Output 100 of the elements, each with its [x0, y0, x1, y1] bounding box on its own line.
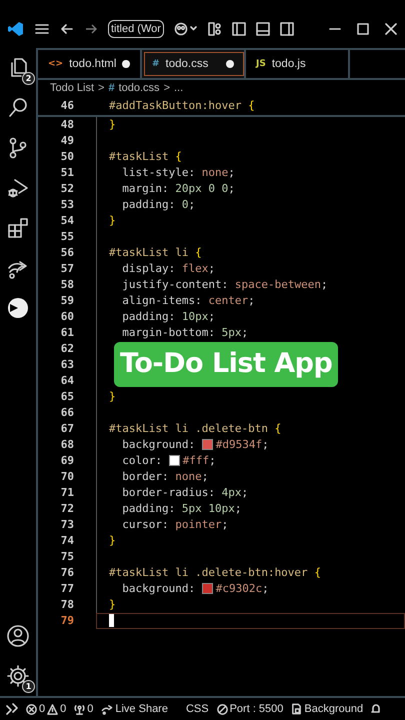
- forward-arrow-icon[interactable]: [84, 22, 98, 36]
- line-number: 60: [60, 308, 74, 325]
- line-number: 53: [60, 196, 74, 213]
- line-number: 51: [60, 164, 74, 181]
- code-line: }: [109, 532, 116, 549]
- menu-icon[interactable]: [34, 22, 50, 36]
- command-search-field[interactable]: titled (Wor: [108, 20, 164, 38]
- line-number: 68: [60, 436, 74, 453]
- code-line: padding: 0;: [121, 196, 196, 213]
- code-line: padding: 10px;: [121, 308, 215, 325]
- code-line: margin: 20px 0 0;: [121, 180, 235, 197]
- code-line: align-items: center;: [121, 292, 255, 309]
- blocked-icon: [216, 704, 228, 715]
- line-number: 79: [60, 612, 74, 629]
- code-line: border: none;: [121, 468, 208, 485]
- line-number: 72: [60, 500, 74, 517]
- breadcrumb-item[interactable]: #: [108, 82, 115, 94]
- line-number: 52: [60, 180, 74, 197]
- code-line: list-style: none;: [121, 164, 235, 181]
- code-line: }: [109, 596, 116, 613]
- line-number: 74: [60, 532, 74, 549]
- line-number: 75: [60, 548, 74, 565]
- layout-icon[interactable]: [208, 22, 222, 36]
- code-line: }: [109, 388, 116, 405]
- extensions-icon[interactable]: [6, 216, 30, 240]
- line-number: 77: [60, 580, 74, 597]
- line-number: 55: [60, 228, 74, 245]
- background-button[interactable]: Background: [291, 703, 364, 716]
- code-line: display: flex;: [121, 260, 215, 277]
- line-number: 63: [60, 356, 74, 373]
- code-line: border-radius: 4px;: [121, 484, 248, 501]
- notification-badge: 2: [22, 72, 35, 85]
- line-number: 59: [60, 292, 74, 309]
- code-line: color: #fff;: [121, 452, 216, 469]
- back-arrow-icon[interactable]: [60, 22, 74, 36]
- line-number: 67: [60, 420, 74, 437]
- file-type-icon: #: [152, 58, 160, 69]
- breadcrumb-item[interactable]: Todo List: [50, 82, 94, 94]
- notification-badge: 1: [22, 680, 35, 694]
- line-number: 62: [60, 340, 74, 357]
- code-line: margin-bottom: 5px;: [121, 324, 248, 341]
- editor-tab[interactable]: JS todo.js: [246, 50, 350, 78]
- code-line: justify-content: space-between;: [121, 276, 328, 293]
- line-number: 69: [60, 452, 74, 469]
- line-number: 58: [60, 276, 74, 293]
- breadcrumb-item[interactable]: >: [164, 82, 170, 94]
- line-number: 54: [60, 212, 74, 229]
- code-line: #taskList li {: [109, 244, 202, 261]
- document-icon: [291, 703, 302, 716]
- line-number: 78: [60, 596, 74, 613]
- breadcrumb-item[interactable]: todo.css: [118, 82, 160, 94]
- line-number: 46: [60, 98, 74, 114]
- settings-icon[interactable]: [6, 664, 30, 688]
- panel-toggle-icon[interactable]: [256, 22, 270, 36]
- title-banner: To-Do List App: [114, 342, 338, 387]
- code-line: #taskList {: [109, 148, 182, 165]
- language-mode[interactable]: CSS: [186, 703, 209, 716]
- line-number: 56: [60, 244, 74, 261]
- live-share-icon: [101, 704, 114, 715]
- line-number: 64: [60, 372, 74, 389]
- color-swatch[interactable]: [202, 439, 213, 450]
- text-cursor: [109, 614, 114, 628]
- antenna-icon: [74, 704, 86, 715]
- code-line: background: #d9534f;: [121, 436, 269, 453]
- error-icon: [26, 704, 37, 715]
- port-button[interactable]: Port : 5500: [216, 703, 284, 716]
- line-number: 70: [60, 468, 74, 485]
- close-icon[interactable]: [385, 22, 397, 35]
- line-number: 61: [60, 324, 74, 341]
- secondary-sidebar-icon[interactable]: [280, 22, 294, 36]
- line-number: 73: [60, 516, 74, 533]
- account-icon[interactable]: [6, 624, 30, 648]
- code-line: background: #c9302c;: [121, 580, 269, 597]
- file-type-icon: JS: [256, 58, 266, 69]
- line-number: 49: [60, 132, 74, 149]
- bell-icon[interactable]: [371, 703, 382, 716]
- ports-indicator[interactable]: 0: [74, 703, 94, 716]
- breadcrumb-item[interactable]: >: [98, 82, 104, 94]
- code-line: }: [109, 116, 116, 133]
- problems-indicator[interactable]: 0 0: [26, 703, 66, 716]
- warning-icon: [47, 704, 58, 715]
- code-line: padding: 5px 10px;: [121, 500, 242, 517]
- line-number: 65: [60, 388, 74, 405]
- file-type-icon: <>: [48, 58, 64, 69]
- live-share-button[interactable]: Live Share: [101, 703, 168, 716]
- line-number: 48: [60, 116, 74, 133]
- color-swatch[interactable]: [202, 583, 213, 594]
- line-number: 76: [60, 564, 74, 581]
- editor-tab[interactable]: # todo.css: [142, 50, 246, 78]
- code-line: cursor: pointer;: [121, 516, 228, 533]
- line-number: 50: [60, 148, 74, 165]
- vscode-logo-icon[interactable]: [8, 20, 24, 37]
- sidebar-toggle-icon[interactable]: [232, 22, 246, 36]
- code-line: #taskList li .delete-btn:hover {: [109, 564, 321, 581]
- line-number: 57: [60, 260, 74, 277]
- breadcrumb-item[interactable]: ...: [174, 82, 184, 94]
- code-line: #addTaskButton:hover {: [109, 98, 255, 114]
- line-number: 71: [60, 484, 74, 501]
- color-swatch[interactable]: [168, 455, 180, 466]
- remote-icon[interactable]: [6, 703, 18, 716]
